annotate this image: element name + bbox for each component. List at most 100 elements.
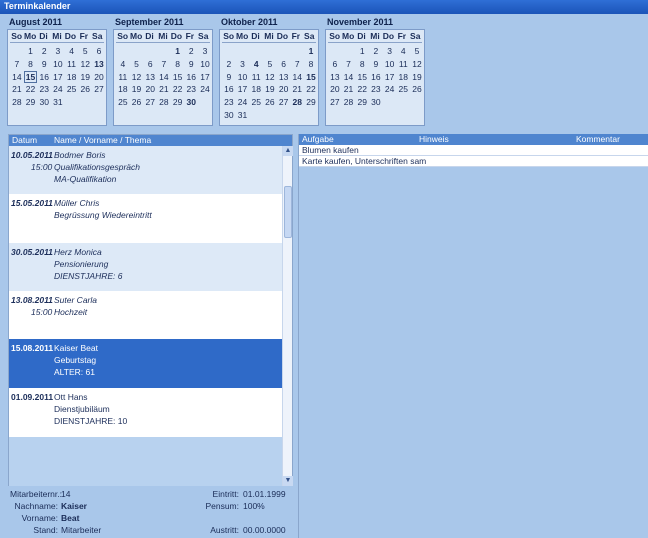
task-row[interactable]: Blumen kaufen — [299, 145, 648, 156]
calendar-day[interactable]: 24 — [198, 83, 212, 96]
calendar-day[interactable]: 22 — [304, 83, 318, 96]
calendar-day[interactable]: 13 — [328, 71, 342, 84]
calendar-day[interactable]: 8 — [355, 58, 369, 71]
calendar-day[interactable]: 22 — [24, 83, 38, 96]
calendar-day[interactable]: 28 — [290, 96, 304, 109]
calendar-day[interactable]: 29 — [355, 96, 369, 109]
calendar-day[interactable]: 5 — [410, 45, 424, 58]
calendar-day[interactable]: 11 — [249, 71, 263, 84]
calendar-day[interactable]: 30 — [369, 96, 383, 109]
calendar-day[interactable]: 28 — [10, 96, 24, 109]
calendar-day[interactable]: 6 — [143, 58, 157, 71]
calendar-day[interactable]: 31 — [51, 96, 65, 109]
calendar-day[interactable]: 16 — [369, 71, 383, 84]
calendar-day[interactable]: 8 — [171, 58, 185, 71]
calendar-day[interactable]: 9 — [222, 71, 236, 84]
list-scrollbar[interactable]: ▲ ▼ — [282, 146, 293, 486]
calendar-day[interactable]: 29 — [24, 96, 38, 109]
calendar-day[interactable]: 30 — [184, 96, 198, 109]
calendar-day[interactable]: 15 — [23, 70, 38, 84]
calendar-day[interactable]: 16 — [184, 71, 198, 84]
calendar-day[interactable]: 11 — [65, 58, 79, 71]
calendar-day[interactable]: 2 — [222, 58, 236, 71]
calendar-day[interactable]: 19 — [410, 71, 424, 84]
calendar-day[interactable]: 18 — [249, 83, 263, 96]
calendar-day[interactable]: 11 — [396, 58, 410, 71]
calendar-day[interactable]: 5 — [263, 58, 277, 71]
calendar-day[interactable]: 10 — [236, 71, 250, 84]
calendar-day[interactable]: 17 — [51, 71, 65, 84]
calendar-day[interactable]: 4 — [249, 58, 263, 71]
calendar-day[interactable]: 16 — [37, 71, 51, 84]
calendar-day[interactable]: 24 — [383, 83, 397, 96]
calendar-day[interactable]: 13 — [277, 71, 291, 84]
calendar-day[interactable]: 9 — [369, 58, 383, 71]
calendar-day[interactable]: 1 — [304, 45, 318, 58]
calendar-day[interactable]: 19 — [78, 71, 92, 84]
calendar-day[interactable]: 7 — [157, 58, 171, 71]
appointment-row[interactable]: 10.05.2011 Bodmer Boris 15:00 Qualifikation… — [9, 146, 283, 194]
calendar-day[interactable]: 22 — [355, 83, 369, 96]
calendar-day[interactable]: 12 — [130, 71, 144, 84]
calendar-day[interactable]: 18 — [396, 71, 410, 84]
calendar-day[interactable]: 18 — [116, 83, 130, 96]
calendar-day[interactable]: 14 — [290, 71, 304, 84]
calendar-day[interactable]: 30 — [222, 109, 236, 122]
calendar-day[interactable]: 5 — [130, 58, 144, 71]
calendar-day[interactable]: 28 — [342, 96, 356, 109]
calendar-day[interactable]: 6 — [92, 45, 106, 58]
calendar-day[interactable]: 27 — [143, 96, 157, 109]
calendar-day[interactable]: 2 — [184, 45, 198, 58]
calendar-day[interactable]: 23 — [222, 96, 236, 109]
task-row[interactable]: Karte kaufen, Unterschriften sam — [299, 156, 648, 167]
calendar-day[interactable]: 21 — [290, 83, 304, 96]
calendar-day[interactable]: 10 — [51, 58, 65, 71]
calendar-day[interactable]: 20 — [143, 83, 157, 96]
calendar-day[interactable]: 17 — [236, 83, 250, 96]
calendar-day[interactable]: 25 — [65, 83, 79, 96]
column-header-name[interactable]: Name / Vorname / Thema — [54, 135, 151, 146]
calendar-day[interactable]: 29 — [171, 96, 185, 109]
scroll-down-icon[interactable]: ▼ — [283, 476, 293, 486]
calendar-day[interactable]: 7 — [290, 58, 304, 71]
calendar-day[interactable]: 23 — [369, 83, 383, 96]
calendar-day[interactable]: 1 — [355, 45, 369, 58]
column-header-aufgabe[interactable]: Aufgabe — [302, 134, 334, 145]
calendar-day[interactable]: 19 — [263, 83, 277, 96]
column-header-kommentar[interactable]: Kommentar — [576, 134, 620, 145]
column-header-hinweis[interactable]: Hinweis — [419, 134, 449, 145]
calendar-day[interactable]: 5 — [78, 45, 92, 58]
calendar-day[interactable]: 4 — [65, 45, 79, 58]
calendar-day[interactable]: 1 — [171, 45, 185, 58]
calendar-day[interactable]: 25 — [116, 96, 130, 109]
calendar-day[interactable]: 17 — [198, 71, 212, 84]
calendar-day[interactable]: 15 — [171, 71, 185, 84]
calendar-day[interactable]: 13 — [92, 58, 106, 71]
calendar-day[interactable]: 12 — [263, 71, 277, 84]
scroll-thumb[interactable] — [284, 186, 292, 238]
calendar-day[interactable]: 3 — [236, 58, 250, 71]
calendar-day[interactable]: 21 — [10, 83, 24, 96]
calendar-day[interactable]: 23 — [184, 83, 198, 96]
column-header-datum[interactable]: Datum — [12, 135, 37, 146]
calendar-day[interactable]: 25 — [396, 83, 410, 96]
calendar-day[interactable]: 23 — [37, 83, 51, 96]
calendar-day[interactable]: 13 — [143, 71, 157, 84]
calendar-day[interactable]: 14 — [342, 71, 356, 84]
calendar-day[interactable]: 3 — [383, 45, 397, 58]
appointment-row[interactable]: 13.08.2011 Suter Carla 15:00 Hochzeit — [9, 291, 283, 339]
calendar-day[interactable]: 27 — [92, 83, 106, 96]
calendar-day[interactable]: 20 — [277, 83, 291, 96]
calendar-day[interactable]: 14 — [157, 71, 171, 84]
calendar-day[interactable]: 15 — [355, 71, 369, 84]
calendar-day[interactable]: 26 — [410, 83, 424, 96]
calendar-day[interactable]: 11 — [116, 71, 130, 84]
calendar-day[interactable]: 15 — [304, 71, 318, 84]
calendar-day[interactable]: 3 — [198, 45, 212, 58]
calendar-day[interactable]: 30 — [37, 96, 51, 109]
calendar-day[interactable]: 7 — [10, 58, 24, 71]
calendar-day[interactable]: 14 — [10, 71, 24, 84]
calendar-day[interactable]: 17 — [383, 71, 397, 84]
calendar-day[interactable]: 28 — [157, 96, 171, 109]
calendar-day[interactable]: 21 — [157, 83, 171, 96]
